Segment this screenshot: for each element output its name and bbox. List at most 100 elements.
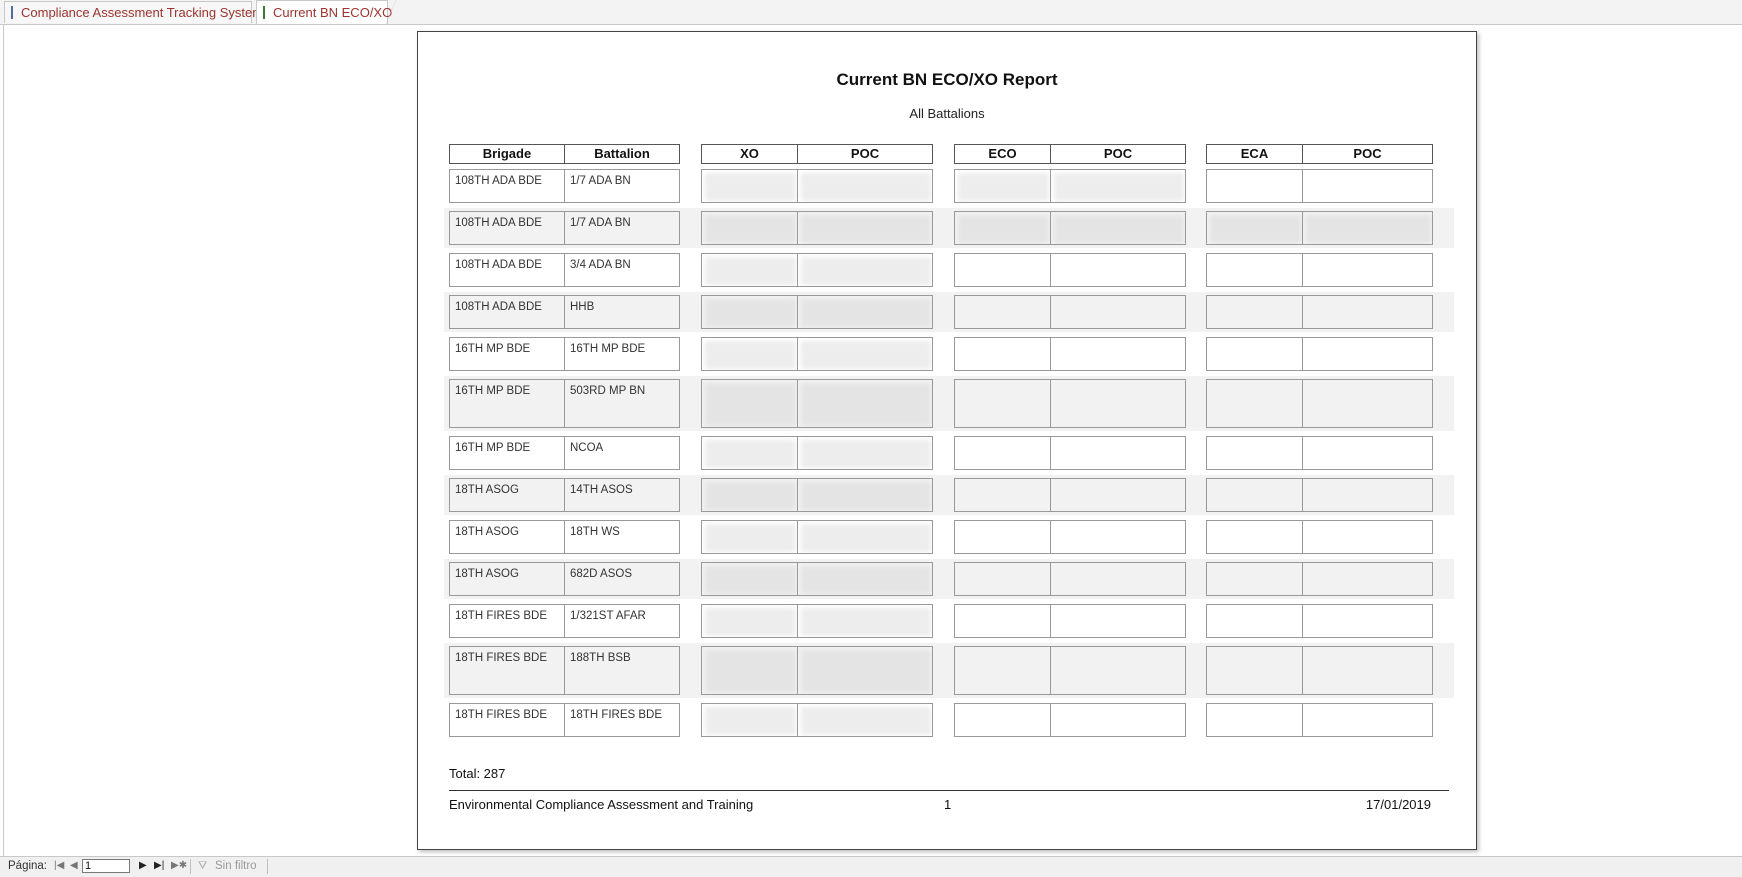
- redacted-content: [705, 257, 796, 285]
- cell-brigade: 18TH FIRES BDE: [449, 703, 565, 737]
- cell-eco: [954, 379, 1051, 428]
- redacted-content: [705, 608, 796, 636]
- redacted-content: [705, 341, 796, 369]
- cell-brigade: 16TH MP BDE: [449, 337, 565, 371]
- cell-eco-poc: [1050, 520, 1186, 554]
- cell-eco: [954, 478, 1051, 512]
- redacted-content: [705, 524, 796, 552]
- tab-divider: [386, 0, 396, 24]
- cell-eco-poc: [1050, 295, 1186, 329]
- cell-eco-poc: [1050, 703, 1186, 737]
- cell-brigade: 16TH MP BDE: [449, 379, 565, 428]
- redacted-content: [801, 173, 931, 201]
- redacted-content: [958, 215, 1049, 243]
- cell-eco-poc: [1050, 436, 1186, 470]
- redacted-content: [801, 650, 931, 693]
- header-eco-poc: POC: [1050, 144, 1186, 164]
- report-icon: [263, 6, 265, 19]
- redacted-content: [1210, 215, 1301, 243]
- cell-xo: [701, 211, 798, 245]
- cell-xo-poc: [797, 520, 933, 554]
- cell-battalion: 16TH MP BDE: [564, 337, 680, 371]
- cell-xo-poc: [797, 295, 933, 329]
- cell-eca: [1206, 253, 1303, 287]
- last-page-icon[interactable]: ▶|: [154, 860, 164, 871]
- header-brigade: Brigade: [449, 144, 565, 164]
- cell-eco: [954, 562, 1051, 596]
- cell-battalion: NCOA: [564, 436, 680, 470]
- footer-divider: [449, 790, 1449, 791]
- cell-eca-poc: [1302, 646, 1433, 695]
- filter-status[interactable]: Sin filtro: [215, 860, 257, 872]
- cell-xo-poc: [797, 337, 933, 371]
- cell-xo-poc: [797, 478, 933, 512]
- redacted-content: [801, 524, 931, 552]
- cell-eco: [954, 253, 1051, 287]
- footer-organization: Environmental Compliance Assessment and …: [449, 797, 754, 812]
- redacted-content: [705, 383, 796, 426]
- cell-eca: [1206, 337, 1303, 371]
- first-page-icon[interactable]: |◀: [54, 860, 64, 871]
- cell-eca-poc: [1302, 562, 1433, 596]
- report-total: Total: 287: [449, 766, 506, 781]
- cell-xo: [701, 436, 798, 470]
- cell-eca: [1206, 646, 1303, 695]
- cell-eco-poc: [1050, 379, 1186, 428]
- redacted-content: [705, 482, 796, 510]
- redacted-content: [1054, 173, 1184, 201]
- cell-battalion: 1/7 ADA BN: [564, 211, 680, 245]
- cell-eca: [1206, 379, 1303, 428]
- cell-xo: [701, 169, 798, 203]
- report-subtitle: All Battalions: [909, 106, 985, 121]
- form-icon: [11, 6, 13, 19]
- redacted-content: [705, 215, 796, 243]
- redacted-content: [801, 341, 931, 369]
- cell-eca: [1206, 211, 1303, 245]
- cell-eco: [954, 211, 1051, 245]
- cell-xo-poc: [797, 646, 933, 695]
- redacted-content: [705, 440, 796, 468]
- navigation-bar: Página: |◀ ◀ ▶ ▶| ▶✱ ⛛ Sin filtro: [0, 856, 1742, 877]
- redacted-content: [705, 707, 796, 735]
- redacted-content: [705, 650, 796, 693]
- cell-eco: [954, 604, 1051, 638]
- cell-xo-poc: [797, 562, 933, 596]
- redacted-content: [1054, 215, 1184, 243]
- new-record-icon[interactable]: ▶✱: [171, 860, 187, 871]
- cell-eco: [954, 436, 1051, 470]
- page-number-input[interactable]: [82, 859, 130, 873]
- redacted-content: [801, 566, 931, 594]
- header-battalion: Battalion: [564, 144, 680, 164]
- tab-compliance-assessment[interactable]: Compliance Assessment Tracking System: [4, 1, 263, 23]
- cell-eca: [1206, 169, 1303, 203]
- separator: [267, 859, 268, 874]
- cell-battalion: 14TH ASOS: [564, 478, 680, 512]
- cell-eca-poc: [1302, 169, 1433, 203]
- cell-eca-poc: [1302, 436, 1433, 470]
- cell-xo-poc: [797, 211, 933, 245]
- cell-battalion: 188TH BSB: [564, 646, 680, 695]
- cell-xo: [701, 703, 798, 737]
- cell-xo-poc: [797, 379, 933, 428]
- report-title: Current BN ECO/XO Report: [836, 70, 1058, 89]
- cell-eco: [954, 646, 1051, 695]
- redacted-content: [705, 566, 796, 594]
- cell-brigade: 18TH ASOG: [449, 562, 565, 596]
- redacted-content: [705, 299, 796, 327]
- previous-page-icon[interactable]: ◀: [70, 860, 78, 871]
- next-page-icon[interactable]: ▶: [139, 860, 147, 871]
- tab-label: Current BN ECO/XO: [273, 5, 393, 20]
- cell-eco-poc: [1050, 211, 1186, 245]
- cell-eco-poc: [1050, 646, 1186, 695]
- cell-xo: [701, 562, 798, 596]
- cell-brigade: 108TH ADA BDE: [449, 211, 565, 245]
- cell-eco-poc: [1050, 169, 1186, 203]
- report-page: Current BN ECO/XO Report All Battalions …: [417, 31, 1477, 850]
- cell-xo: [701, 253, 798, 287]
- cell-eco-poc: [1050, 337, 1186, 371]
- cell-battalion: 503RD MP BN: [564, 379, 680, 428]
- cell-eca-poc: [1302, 295, 1433, 329]
- tab-current-bn-eco-xo[interactable]: Current BN ECO/XO: [256, 0, 392, 24]
- cell-battalion: 18TH WS: [564, 520, 680, 554]
- cell-eca-poc: [1302, 478, 1433, 512]
